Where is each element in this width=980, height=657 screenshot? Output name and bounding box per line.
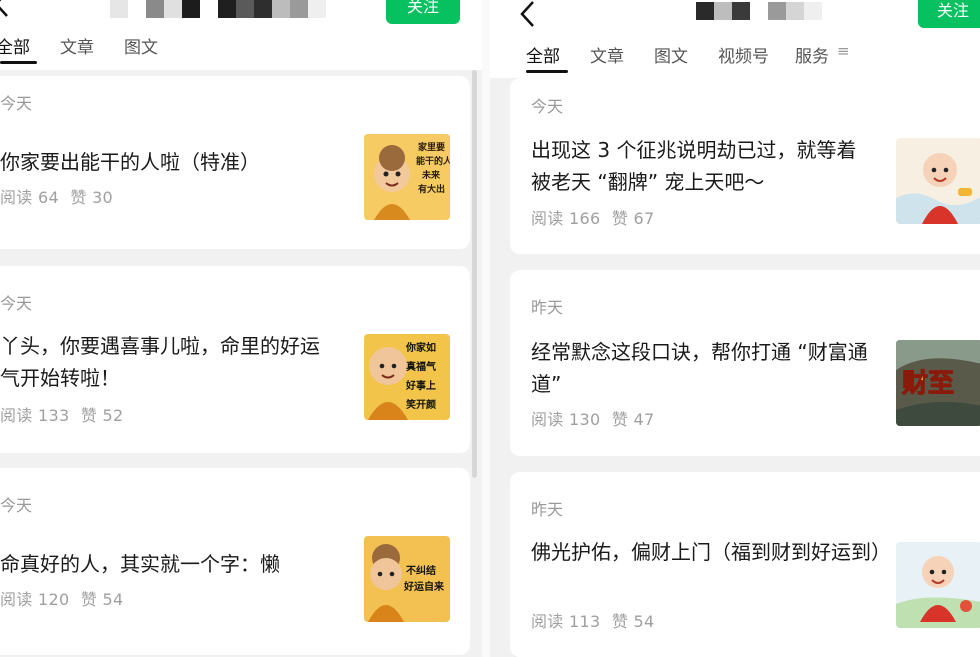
article-date: 今天 xyxy=(0,94,33,113)
article-card[interactable]: 今天 你家要出能干的人啦（特准） 阅读 64 赞 30 家里要能干的人未来有大出 xyxy=(0,76,470,249)
tab-channels[interactable]: 视频号 xyxy=(718,42,769,67)
back-icon[interactable] xyxy=(0,0,12,18)
article-date: 今天 xyxy=(0,496,33,515)
article-stats: 阅读 133 赞 52 xyxy=(0,402,124,426)
article-card[interactable]: 今天 丫头，你要遇喜事儿啦，命里的好运气开始转啦！ 阅读 133 赞 52 你家… xyxy=(0,266,470,453)
article-date: 昨天 xyxy=(531,500,564,519)
tab-articles[interactable]: 文章 xyxy=(590,42,624,67)
read-count: 133 xyxy=(38,406,70,425)
read-label: 阅读 xyxy=(0,406,33,425)
account-name-mosaic xyxy=(696,2,822,20)
thumbnail-text: 财至 xyxy=(902,369,954,399)
article-card[interactable]: 今天 命真好的人，其实就一个字：懒 阅读 120 赞 54 不纠结好运自来 xyxy=(0,468,470,655)
tab-services[interactable]: 服务 xyxy=(795,42,829,67)
article-title[interactable]: 丫头，你要遇喜事儿啦，命里的好运气开始转啦！ xyxy=(0,330,335,394)
like-count: 30 xyxy=(92,188,114,207)
follow-button[interactable]: 关注 xyxy=(918,0,980,28)
read-count: 166 xyxy=(569,209,601,228)
tab-articles[interactable]: 文章 xyxy=(60,33,94,58)
account-name-mosaic xyxy=(110,0,326,18)
like-label: 赞 xyxy=(70,188,87,207)
right-tab-bar: 全部 文章 图文 视频号 服务 ≡ xyxy=(526,42,850,67)
article-card[interactable]: 今天 出现这 3 个征兆说明劫已过，就等着被老天 “翻牌” 宠上天吧～ 阅读 1… xyxy=(510,78,980,254)
active-tab-underline xyxy=(0,61,37,64)
article-thumbnail[interactable]: 财至 xyxy=(896,340,980,426)
article-stats: 阅读 120 赞 54 xyxy=(0,586,124,610)
tab-all[interactable]: 全部 xyxy=(526,42,560,67)
read-label: 阅读 xyxy=(0,590,33,609)
back-icon[interactable] xyxy=(518,0,538,28)
like-label: 赞 xyxy=(80,590,98,609)
article-date: 今天 xyxy=(531,97,564,116)
like-count: 54 xyxy=(633,612,655,631)
article-date: 昨天 xyxy=(531,298,564,317)
article-stats: 阅读 113 赞 54 xyxy=(531,608,655,632)
article-stats: 阅读 166 赞 67 xyxy=(531,205,655,229)
like-label: 赞 xyxy=(611,612,629,631)
article-thumbnail[interactable] xyxy=(896,138,980,224)
tab-all[interactable]: 全部 xyxy=(0,33,30,58)
read-label: 阅读 xyxy=(531,209,564,228)
article-title[interactable]: 佛光护佑，偏财上门（福到财到好运到） xyxy=(531,536,891,568)
article-thumbnail[interactable]: 你家如真福气好事上笑开颜 xyxy=(364,334,450,420)
article-title[interactable]: 你家要出能干的人啦（特准） xyxy=(0,146,330,178)
active-tab-underline xyxy=(526,70,568,73)
read-count: 64 xyxy=(38,188,59,207)
like-label: 赞 xyxy=(80,406,98,425)
article-stats: 阅读 64 赞 30 xyxy=(0,184,113,208)
like-count: 67 xyxy=(633,209,655,228)
article-title[interactable]: 出现这 3 个征兆说明劫已过，就等着被老天 “翻牌” 宠上天吧～ xyxy=(531,134,871,198)
read-label: 阅读 xyxy=(0,188,33,207)
article-card[interactable]: 昨天 佛光护佑，偏财上门（福到财到好运到） 阅读 113 赞 54 xyxy=(510,472,980,657)
like-count: 54 xyxy=(102,590,124,609)
article-stats: 阅读 130 赞 47 xyxy=(531,406,655,430)
scrollbar[interactable] xyxy=(472,70,477,478)
tab-picture-text[interactable]: 图文 xyxy=(124,33,158,58)
like-label: 赞 xyxy=(611,209,629,228)
follow-button[interactable]: 关注 xyxy=(386,0,460,24)
left-header: 关注 全部 文章 图文 xyxy=(0,0,482,70)
like-count: 47 xyxy=(633,410,655,429)
article-date: 今天 xyxy=(0,294,33,313)
right-account-panel: 关注 全部 文章 图文 视频号 服务 ≡ 今天 出现这 3 个征兆说明劫已过，就… xyxy=(490,0,980,657)
tab-picture-text[interactable]: 图文 xyxy=(654,42,688,67)
read-count: 130 xyxy=(569,410,601,429)
left-account-panel: 关注 全部 文章 图文 今天 你家要出能干的人啦（特准） 阅读 64 赞 30 xyxy=(0,0,482,657)
panel-divider xyxy=(482,0,490,657)
read-count: 113 xyxy=(569,612,601,631)
read-label: 阅读 xyxy=(531,612,564,631)
like-label: 赞 xyxy=(611,410,629,429)
article-thumbnail[interactable]: 不纠结好运自来 xyxy=(364,536,450,622)
article-title[interactable]: 经常默念这段口诀，帮你打通 “财富通道” xyxy=(531,336,886,400)
menu-icon[interactable]: ≡ xyxy=(837,42,850,67)
right-header: 关注 全部 文章 图文 视频号 服务 ≡ xyxy=(490,0,980,78)
article-title[interactable]: 命真好的人，其实就一个字：懒 xyxy=(0,548,340,580)
article-thumbnail[interactable]: 家里要能干的人未来有大出 xyxy=(364,134,450,220)
article-card[interactable]: 昨天 经常默念这段口诀，帮你打通 “财富通道” 阅读 130 赞 47 财至 xyxy=(510,270,980,456)
like-count: 52 xyxy=(102,406,124,425)
left-tab-bar: 全部 文章 图文 xyxy=(0,33,158,58)
read-label: 阅读 xyxy=(531,410,564,429)
article-thumbnail[interactable] xyxy=(896,542,980,628)
read-count: 120 xyxy=(38,590,70,609)
